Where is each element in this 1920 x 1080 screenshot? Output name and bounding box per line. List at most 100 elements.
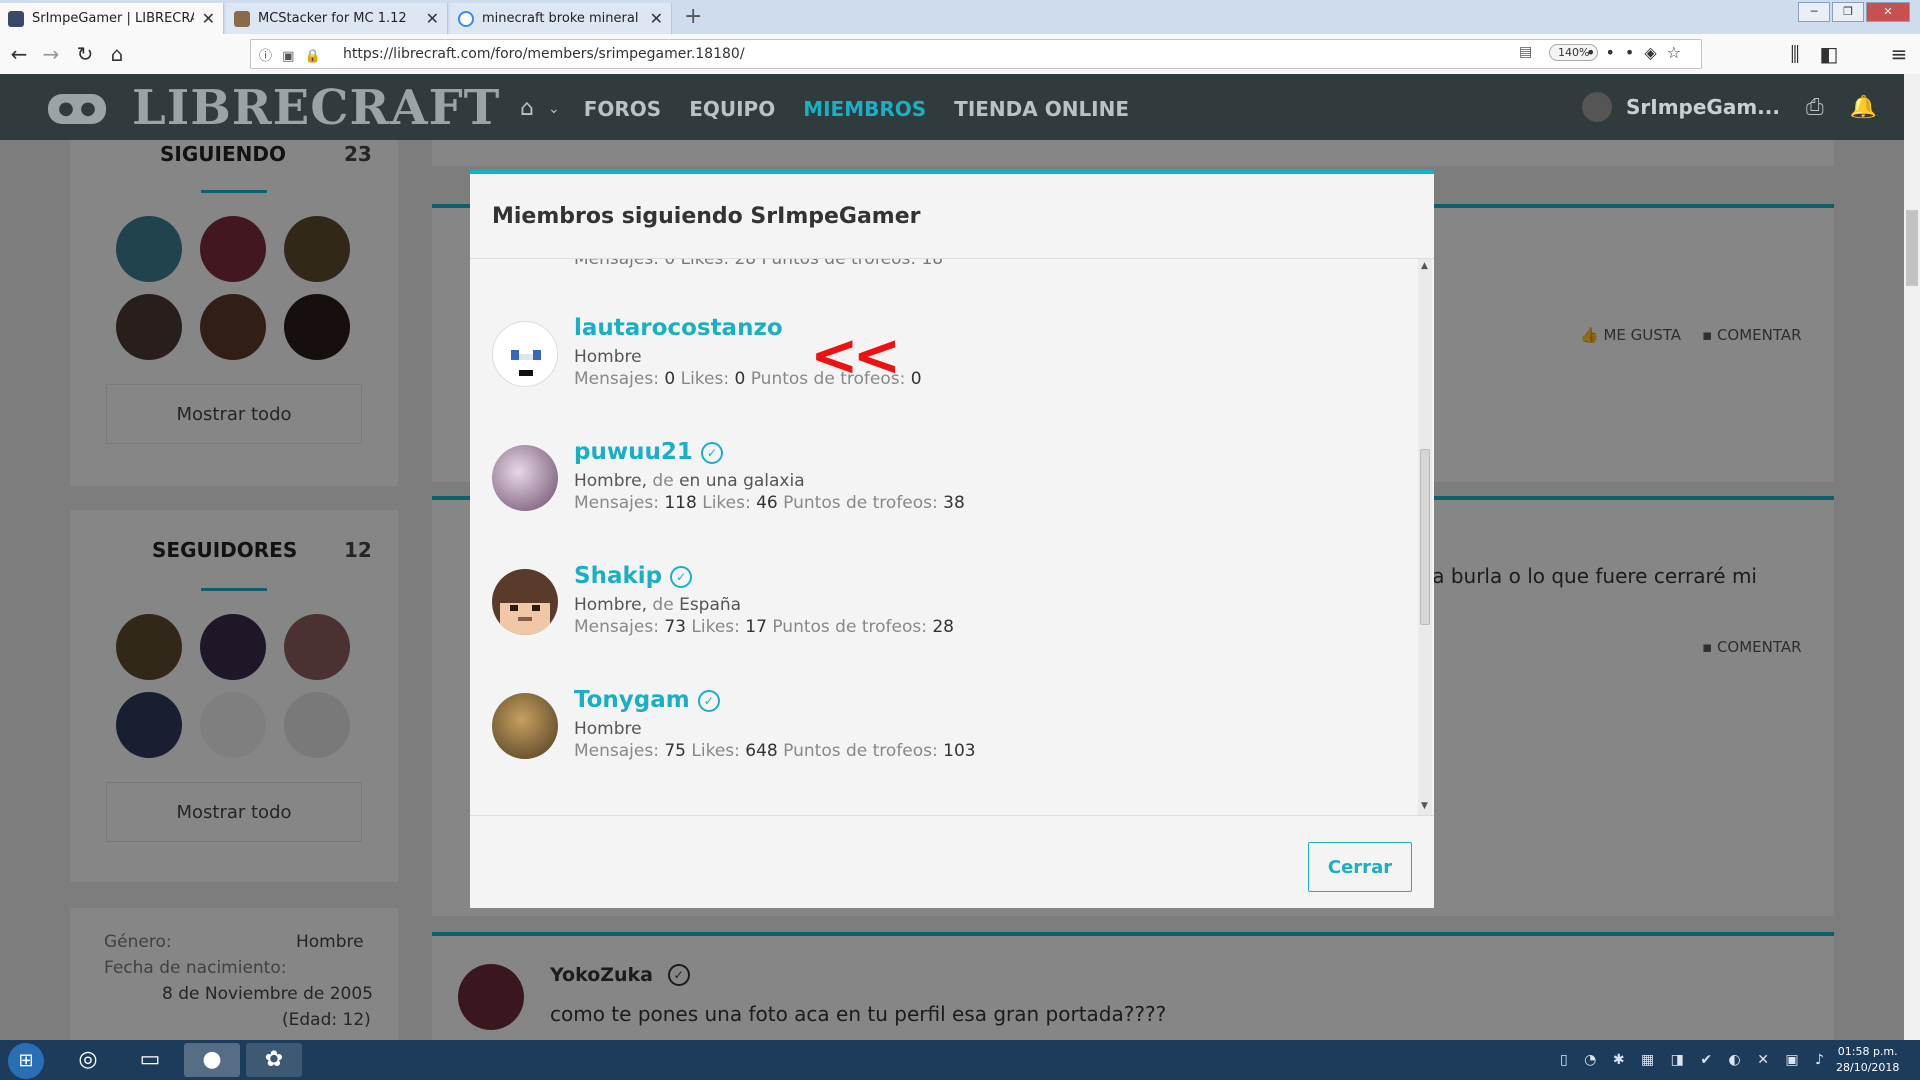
tab-title: SrImpeGamer | LIBRECRAFT » F <box>32 11 194 26</box>
nav-foros[interactable]: FOROS <box>584 97 661 121</box>
browser-nav-bar: ← → ↻ ⌂ ⓘ ▣ 🔒 https://librecraft.com/for… <box>0 34 1920 75</box>
bookmark-star-icon[interactable]: ☆ <box>1667 43 1691 62</box>
close-tab-icon[interactable]: ✕ <box>426 9 439 28</box>
lock-icon: 🔒 <box>304 49 324 64</box>
label-likes: Likes: <box>691 741 740 761</box>
nav-home-icon[interactable]: ⌂ <box>520 96 534 121</box>
minimize-icon[interactable]: ─ <box>1798 2 1830 22</box>
close-button[interactable]: Cerrar <box>1308 842 1412 892</box>
member-gender: Hombre <box>574 347 642 367</box>
tab-mcstacker[interactable]: MCStacker for MC 1.12 ✕ <box>226 3 448 34</box>
system-tray-icons[interactable]: ▯ ◔ ✱ ▦ ◨ ✔ ◐ ✕ ▣ ♪ <box>1560 1052 1830 1068</box>
member-stats: Mensajes: 118 Likes: 46 Puntos de trofeo… <box>574 493 965 513</box>
restore-icon[interactable]: ❐ <box>1832 2 1864 22</box>
start-button-icon[interactable]: ⊞ <box>8 1043 44 1079</box>
close-tab-icon[interactable]: ✕ <box>202 9 215 28</box>
nav-miembros[interactable]: MIEMBROS <box>803 97 926 121</box>
inbox-icon[interactable]: ⎙ <box>1806 95 1824 120</box>
steam-icon[interactable]: ◎ <box>60 1043 116 1077</box>
clock-time: 01:58 p.m. <box>1837 1045 1898 1058</box>
member-stats: Mensajes: 73 Likes: 17 Puntos de trofeos… <box>574 617 954 637</box>
list-item: puwuu21 ✓ Hombre, de en una galaxia Mensa… <box>492 439 1372 529</box>
google-favicon-icon <box>458 10 474 27</box>
member-location: Hombre, de España <box>574 595 741 615</box>
window-controls: ─ ❐ ✕ <box>1796 2 1910 22</box>
value-trophies: 38 <box>943 493 965 513</box>
member-avatar[interactable] <box>492 321 558 387</box>
pocket-icon[interactable]: ◈ <box>1644 43 1666 62</box>
site-info-icons[interactable]: ⓘ ▣ 🔒 <box>259 45 324 64</box>
user-area: SrImpeGam... ⎙ 🔔 <box>1582 92 1877 122</box>
member-avatar[interactable] <box>492 569 558 635</box>
back-arrow-icon[interactable]: ← <box>6 42 32 66</box>
member-name[interactable]: Shakip ✓ <box>574 563 693 589</box>
gimp-icon[interactable]: ✿ <box>246 1043 302 1077</box>
nav-equipo[interactable]: EQUIPO <box>689 97 775 121</box>
tab-google-search[interactable]: minecraft broke mineral image ✕ <box>450 3 672 34</box>
tab-title: minecraft broke mineral image <box>482 11 642 26</box>
menu-icon[interactable]: ≡ <box>1886 42 1912 66</box>
home-icon[interactable]: ⌂ <box>104 42 130 66</box>
member-name-text[interactable]: Tonygam <box>574 687 690 713</box>
member-avatar[interactable] <box>492 445 558 511</box>
site-logo[interactable]: LIBRECRAFT <box>132 80 500 136</box>
value-likes: 0 <box>734 369 746 389</box>
member-place: España <box>679 595 742 615</box>
member-name-text[interactable]: Shakip <box>574 563 662 589</box>
member-gender: Hombre, <box>574 471 648 491</box>
sidebar-icon[interactable]: ◧ <box>1816 42 1842 66</box>
bell-icon[interactable]: 🔔 <box>1850 95 1877 120</box>
close-tab-icon[interactable]: ✕ <box>650 9 663 28</box>
new-tab-button[interactable]: + <box>684 4 702 29</box>
username[interactable]: SrImpeGam... <box>1626 95 1780 119</box>
page-actions-icon[interactable]: ••• <box>1586 43 1644 62</box>
member-gender: Hombre, <box>574 595 648 615</box>
label-trophies: Puntos de trofeos: <box>783 741 938 761</box>
taskbar-clock[interactable]: 01:58 p.m. 28/10/2018 <box>1836 1044 1899 1076</box>
scroll-down-icon[interactable]: ▼ <box>1421 801 1428 811</box>
member-name[interactable]: Tonygam ✓ <box>574 687 720 713</box>
label-trophies: Puntos de trofeos: <box>772 617 927 637</box>
list-item-partial: Mensajes: 0 Likes: 28 Puntos de trofeos:… <box>574 258 944 269</box>
label-trophies: Puntos de trofeos: <box>783 493 938 513</box>
member-name-text[interactable]: lautarocostanzo <box>574 315 783 341</box>
reload-icon[interactable]: ↻ <box>72 42 98 66</box>
library-icon[interactable]: ⫼ <box>1782 42 1808 66</box>
user-avatar[interactable] <box>1582 92 1612 122</box>
value-messages: 73 <box>664 617 686 637</box>
member-place: en una galaxia <box>679 471 805 491</box>
tab-srimpegamer[interactable]: SrImpeGamer | LIBRECRAFT » F ✕ <box>0 3 224 34</box>
page-scrollbar-thumb[interactable] <box>1906 210 1918 286</box>
label-messages: Mensajes: <box>574 617 659 637</box>
nav-tienda[interactable]: TIENDA ONLINE <box>954 97 1129 121</box>
member-gender: Hombre <box>574 719 642 739</box>
gamepad-logo-icon[interactable]: ● ● <box>48 94 106 124</box>
label-messages: Mensajes: <box>574 369 659 389</box>
firefox-icon[interactable]: ● <box>184 1043 240 1077</box>
value-likes: 648 <box>745 741 778 761</box>
member-stats: Mensajes: 0 Likes: 0 Puntos de trofeos: … <box>574 369 922 389</box>
member-name[interactable]: lautarocostanzo <box>574 315 783 341</box>
member-name[interactable]: puwuu21 ✓ <box>574 439 723 465</box>
value-likes: 17 <box>745 617 767 637</box>
list-item: Shakip ✓ Hombre, de España Mensajes: 73 L… <box>492 563 1372 653</box>
main-nav: ⌂ ⌄ FOROS EQUIPO MIEMBROS TIENDA ONLINE <box>520 96 1157 121</box>
forward-arrow-icon[interactable]: → <box>38 42 64 66</box>
scroll-up-icon[interactable]: ▲ <box>1421 261 1428 271</box>
modal-scrollbar-thumb[interactable] <box>1420 449 1430 625</box>
modal-title: Miembros siguiendo SrImpeGamer <box>492 204 921 229</box>
folder-icon[interactable]: ▭ <box>122 1043 178 1077</box>
value-trophies: 103 <box>943 741 976 761</box>
url-bar[interactable]: ⓘ ▣ 🔒 https://librecraft.com/foro/member… <box>250 39 1702 69</box>
reader-view-icon[interactable]: ▤ <box>1519 44 1532 60</box>
window-close-icon[interactable]: ✕ <box>1866 2 1910 22</box>
member-avatar[interactable] <box>492 693 558 759</box>
label-messages: Mensajes: <box>574 493 659 513</box>
label-likes: Likes: <box>680 369 730 389</box>
label-trophies: Puntos de trofeos: <box>750 369 906 389</box>
url-actions: •••◈☆ <box>1586 43 1691 62</box>
member-name-text[interactable]: puwuu21 <box>574 439 693 465</box>
url-text[interactable]: https://librecraft.com/foro/members/srim… <box>343 46 745 62</box>
chevron-down-icon[interactable]: ⌄ <box>548 101 560 117</box>
member-location: Hombre, de en una galaxia <box>574 471 805 491</box>
